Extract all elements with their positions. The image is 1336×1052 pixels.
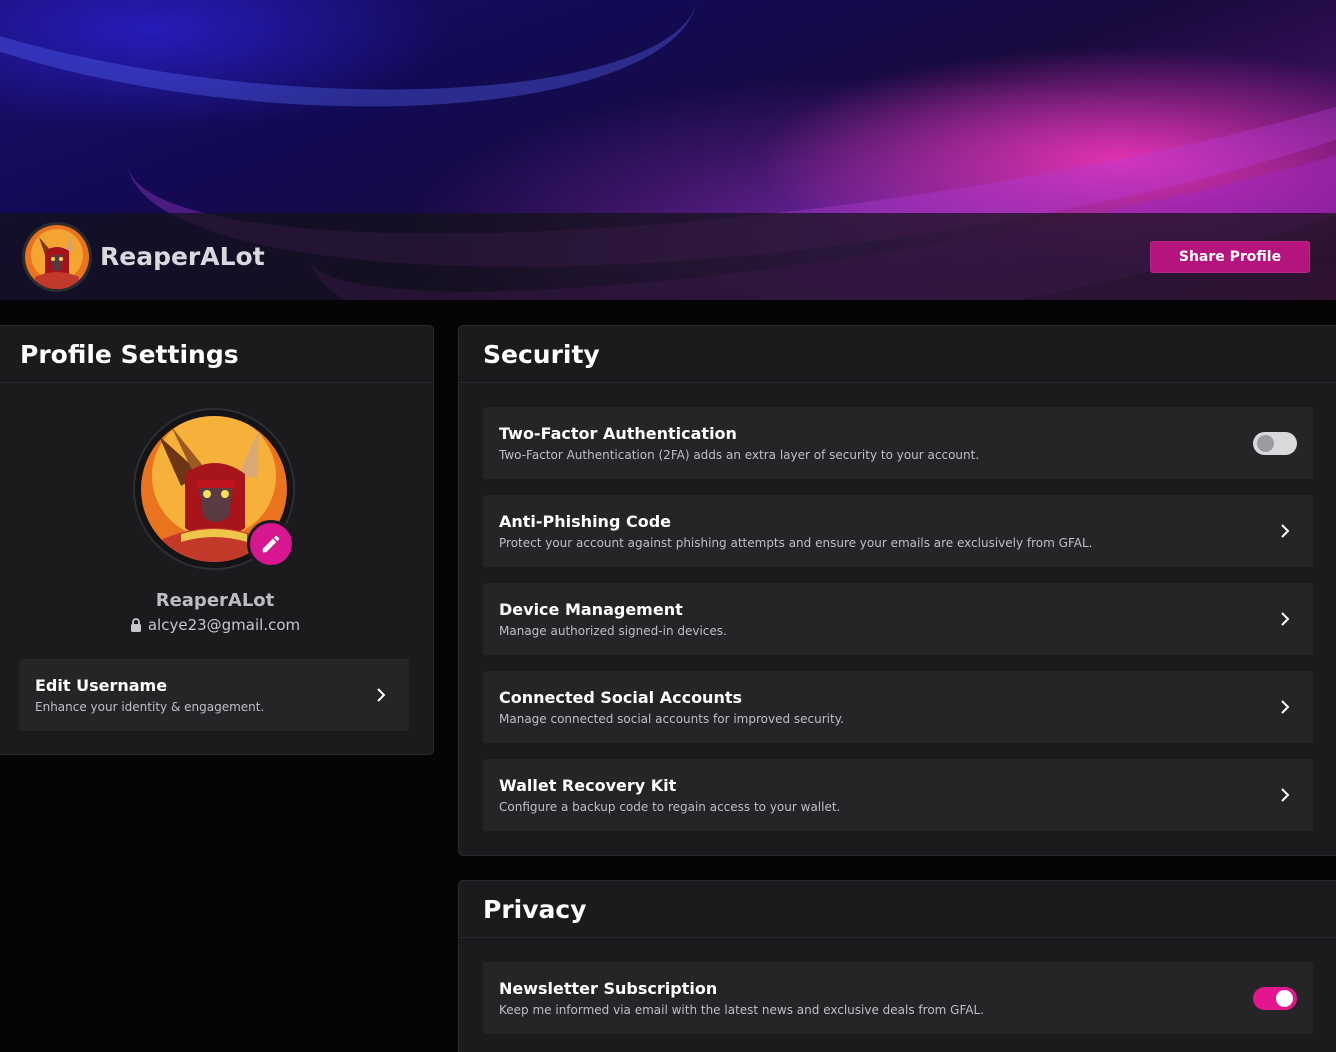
security-title: Security [459,326,1336,383]
connected-social-title: Connected Social Accounts [499,688,743,707]
connected-social-description: Manage connected social accounts for imp… [499,712,844,726]
anti-phishing-description: Protect your account against phishing at… [499,536,1093,550]
profile-avatar-container [135,410,295,568]
device-management-row[interactable]: Device Management Manage authorized sign… [483,583,1313,655]
edit-username-row[interactable]: Edit Username Enhance your identity & en… [19,659,409,731]
chevron-right-icon [1273,607,1297,631]
profile-username: ReaperALot [155,590,275,611]
wallet-recovery-title: Wallet Recovery Kit [499,776,677,795]
anti-phishing-text: Anti-Phishing Code Protect your account … [499,512,1273,550]
device-management-text: Device Management Manage authorized sign… [499,600,1273,638]
two-factor-description: Two-Factor Authentication (2FA) adds an … [499,448,980,462]
two-factor-toggle[interactable] [1253,431,1297,455]
chevron-right-icon [369,683,393,707]
share-profile-button[interactable]: Share Profile [1150,240,1310,273]
privacy-card: Privacy Newsletter Subscription Keep me … [458,880,1336,1052]
chevron-right-icon [1273,783,1297,807]
page: ReaperALot Share Profile Profile Setting… [0,0,1336,1052]
two-factor-title: Two-Factor Authentication [499,424,737,443]
connected-social-row[interactable]: Connected Social Accounts Manage connect… [483,671,1313,743]
header-username: ReaperALot [100,242,265,271]
profile-settings-title: Profile Settings [0,326,433,383]
anti-phishing-row[interactable]: Anti-Phishing Code Protect your account … [483,495,1313,567]
two-factor-row[interactable]: Two-Factor Authentication Two-Factor Aut… [483,407,1313,479]
privacy-title: Privacy [459,881,1336,938]
wallet-recovery-text: Wallet Recovery Kit Configure a backup c… [499,776,1273,814]
profile-settings-card: Profile Settings ReaperALot alcye23@gmai… [0,325,434,755]
profile-email: alcye23@gmail.com [147,616,301,634]
newsletter-toggle[interactable] [1253,986,1297,1010]
newsletter-description: Keep me informed via email with the late… [499,1003,984,1017]
chevron-right-icon [1273,695,1297,719]
newsletter-text: Newsletter Subscription Keep me informed… [499,979,1253,1017]
edit-username-text: Edit Username Enhance your identity & en… [35,676,369,714]
newsletter-row[interactable]: Newsletter Subscription Keep me informed… [483,962,1313,1034]
security-card: Security Two-Factor Authentication Two-F… [458,325,1336,856]
lock-icon [130,618,141,632]
device-management-description: Manage authorized signed-in devices. [499,624,727,638]
wallet-recovery-row[interactable]: Wallet Recovery Kit Configure a backup c… [483,759,1313,831]
toggle-knob [1276,989,1293,1007]
newsletter-title: Newsletter Subscription [499,979,718,998]
edit-username-title: Edit Username [35,676,168,695]
edit-avatar-button[interactable] [247,520,295,568]
wallet-recovery-description: Configure a backup code to regain access… [499,800,841,814]
avatar-image [25,224,89,289]
edit-username-description: Enhance your identity & engagement. [35,700,265,714]
device-management-title: Device Management [499,600,683,619]
pencil-icon [262,535,280,553]
connected-social-text: Connected Social Accounts Manage connect… [499,688,1273,726]
toggle-knob [1257,434,1274,452]
profile-header: ReaperALot Share Profile [0,213,1336,300]
profile-email-line: alcye23@gmail.com [0,616,435,634]
two-factor-text: Two-Factor Authentication Two-Factor Aut… [499,424,1253,462]
anti-phishing-title: Anti-Phishing Code [499,512,671,531]
chevron-right-icon [1273,519,1297,543]
header-avatar[interactable] [22,221,92,292]
